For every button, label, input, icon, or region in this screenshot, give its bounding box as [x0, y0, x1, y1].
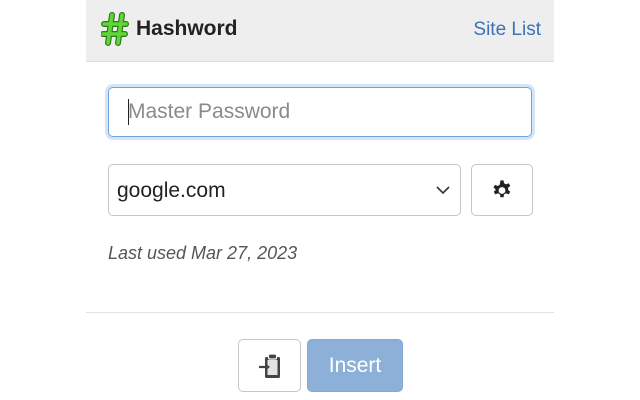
hashword-popup: Hashword Site List google.com Last used …: [86, 0, 554, 400]
text-caret: [128, 99, 129, 125]
chevron-down-icon: [436, 186, 450, 195]
last-used-text: Last used Mar 27, 2023: [108, 243, 298, 263]
settings-button[interactable]: [471, 164, 533, 216]
insert-button[interactable]: Insert: [307, 339, 403, 392]
app-title: Hashword: [136, 17, 238, 40]
site-select-value: google.com: [117, 179, 226, 202]
header: Hashword Site List: [86, 0, 554, 62]
master-password-input[interactable]: [108, 87, 532, 137]
copy-to-clipboard-button[interactable]: [238, 339, 301, 392]
site-select[interactable]: google.com: [108, 164, 461, 216]
hash-icon: [101, 12, 129, 46]
clipboard-icon: [259, 353, 280, 378]
footer-divider: [86, 312, 554, 313]
gear-icon: [493, 180, 511, 198]
site-list-link[interactable]: Site List: [473, 18, 541, 42]
